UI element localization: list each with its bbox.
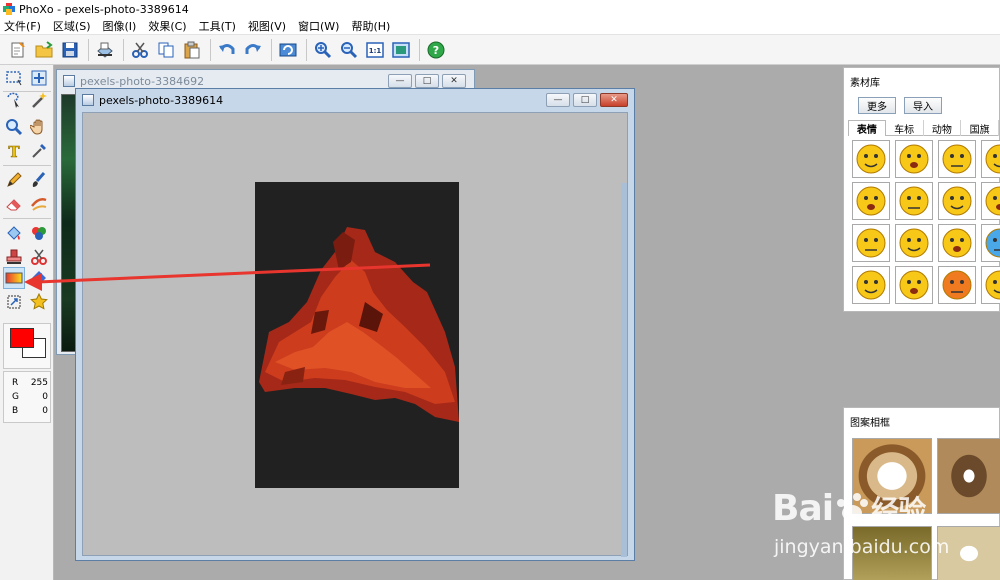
tab-car-logos[interactable]: 车标 <box>886 120 924 136</box>
material-panel-title: 素材库 <box>850 78 880 89</box>
emoji-crying-icon <box>899 144 929 174</box>
emoji-dots[interactable] <box>981 266 1000 304</box>
tab-animals[interactable]: 动物 <box>924 120 962 136</box>
emoji-grin-icon <box>985 144 1000 174</box>
emoji-sick-icon <box>899 228 929 258</box>
emoji-sad[interactable] <box>895 266 933 304</box>
emoji-sad-icon <box>899 270 929 300</box>
material-library-panel: 素材库 更多 导入 表情 车标 动物 国旗 <box>843 67 1000 312</box>
emoji-flame-icon <box>942 270 972 300</box>
tab-emoji[interactable]: 表情 <box>848 120 886 136</box>
emoji-love-icon <box>942 186 972 216</box>
emoji-flame[interactable] <box>938 266 976 304</box>
material-tabs: 表情 车标 动物 国旗 <box>848 120 999 136</box>
emoji-laugh[interactable] <box>852 224 890 262</box>
emoji-shocked-icon <box>856 144 886 174</box>
emoji-mad-icon <box>942 228 972 258</box>
emoji-angry[interactable] <box>852 182 890 220</box>
emoji-tears-icon <box>856 270 886 300</box>
emoji-sick[interactable] <box>895 224 933 262</box>
baidu-watermark: Bai 经验 jingyan.baidu.com <box>766 476 1000 580</box>
emoji-cold[interactable] <box>981 224 1000 262</box>
import-button[interactable]: 导入 <box>904 97 942 114</box>
emoji-dizzy-icon <box>899 186 929 216</box>
emoji-love[interactable] <box>938 182 976 220</box>
paw-icon <box>833 490 871 521</box>
emoji-crying[interactable] <box>895 140 933 178</box>
emoji-laugh-icon <box>856 228 886 258</box>
emoji-sleepy[interactable] <box>938 140 976 178</box>
emoji-grin[interactable] <box>981 140 1000 178</box>
emoji-sleepy-icon <box>942 144 972 174</box>
emoji-cold-icon <box>985 228 1000 258</box>
emoji-dots-icon <box>985 270 1000 300</box>
watermark-url: jingyan.baidu.com <box>774 536 950 558</box>
more-button[interactable]: 更多 <box>858 97 896 114</box>
emoji-shocked[interactable] <box>852 140 890 178</box>
tab-flags[interactable]: 国旗 <box>961 120 999 136</box>
emoji-tears[interactable] <box>852 266 890 304</box>
watermark-brand: Bai 经验 <box>772 488 926 529</box>
emoji-cool-icon <box>985 186 1000 216</box>
emoji-cool[interactable] <box>981 182 1000 220</box>
emoji-angry-icon <box>856 186 886 216</box>
emoji-mad[interactable] <box>938 224 976 262</box>
emoji-dizzy[interactable] <box>895 182 933 220</box>
frame-panel-title: 图案相框 <box>850 418 890 429</box>
